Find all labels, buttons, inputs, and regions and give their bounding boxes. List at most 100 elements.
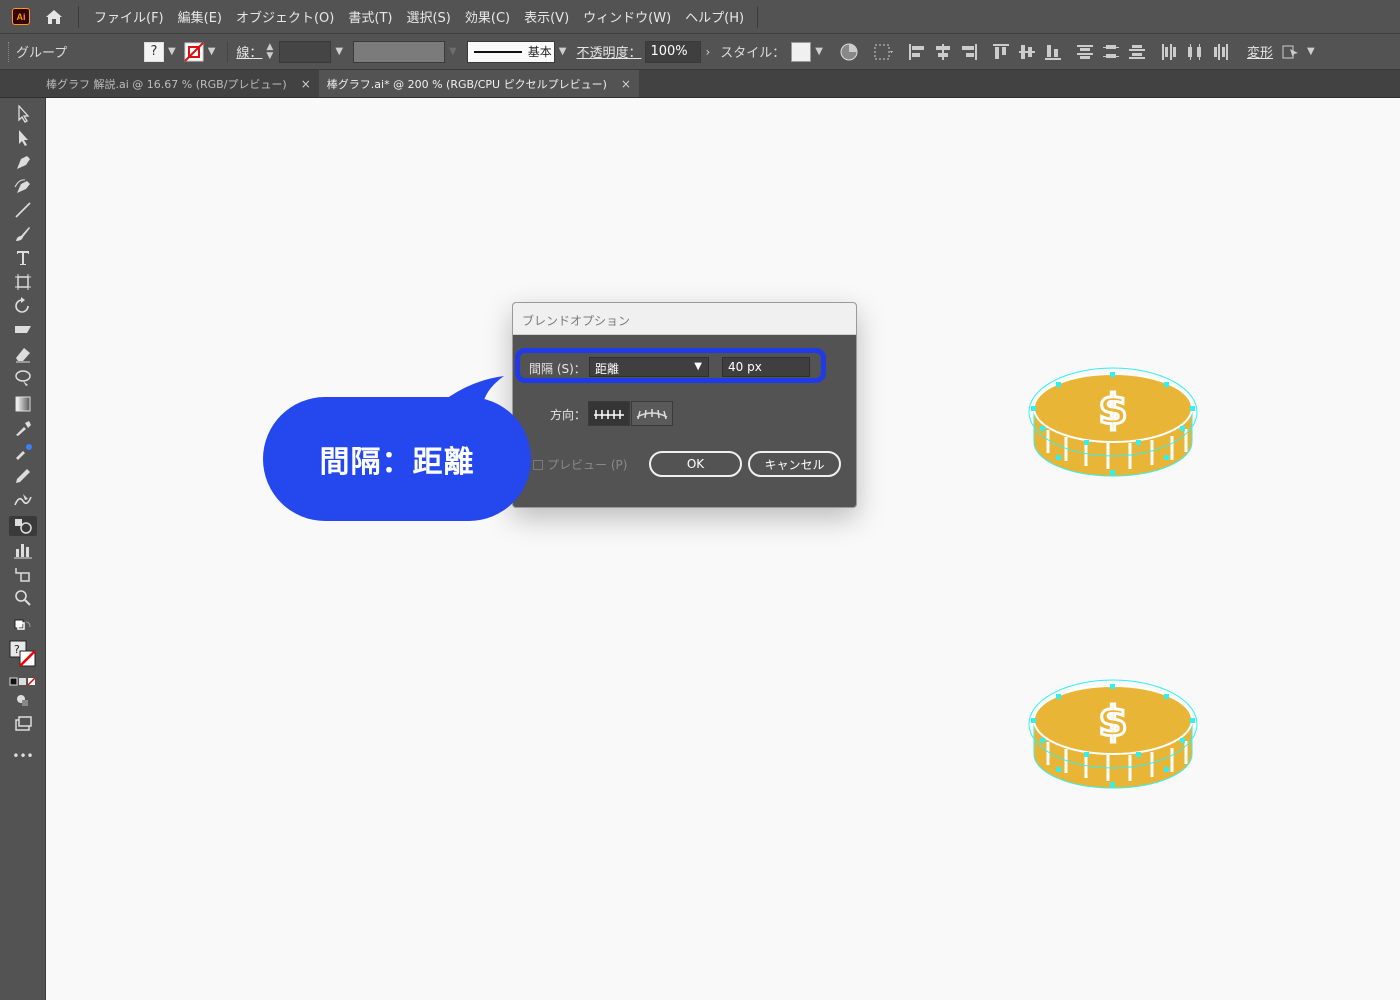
swap-fill-stroke[interactable] xyxy=(9,616,37,636)
coin-artwork-top[interactable]: $ xyxy=(1026,360,1200,480)
close-icon[interactable]: × xyxy=(301,77,311,91)
stroke-dropdown-chevron-icon[interactable]: ▼ xyxy=(208,46,216,57)
align-to-selection-icon[interactable] xyxy=(873,42,895,62)
pencil-tool[interactable] xyxy=(9,466,37,486)
fill-swatch[interactable]: ? xyxy=(144,41,164,62)
menu-select[interactable]: 選択(S) xyxy=(399,7,457,26)
line-segment-tool[interactable] xyxy=(9,200,37,220)
distribute-left-icon[interactable] xyxy=(1159,42,1179,62)
align-left-icon[interactable] xyxy=(907,42,927,62)
menu-object[interactable]: オブジェクト(O) xyxy=(229,7,341,26)
slice-tool[interactable] xyxy=(9,564,37,584)
graphic-style-swatch[interactable] xyxy=(791,41,812,62)
zoom-icon xyxy=(15,590,31,606)
stroke-weight-stepper-icon[interactable]: ▲ ▼ xyxy=(266,42,273,61)
gradient-tool[interactable] xyxy=(9,394,37,414)
shaper-tool[interactable] xyxy=(9,490,37,510)
opacity-arrow-icon[interactable]: › xyxy=(705,45,710,59)
tab-label: 棒グラフ 解説.ai @ 16.67 % (RGB/プレビュー) xyxy=(46,77,287,91)
direct-selection-tool[interactable] xyxy=(9,128,37,148)
lasso-tool[interactable] xyxy=(9,368,37,388)
distribute-bottom-icon[interactable] xyxy=(1127,42,1147,62)
distribute-vertical-center-icon[interactable] xyxy=(1101,42,1121,62)
stroke-weight-dropdown-icon[interactable]: ▼ xyxy=(335,46,343,57)
panel-menu-icon[interactable]: ▼ xyxy=(1307,46,1315,57)
distribute-right-icon[interactable] xyxy=(1211,42,1231,62)
preview-checkbox[interactable] xyxy=(533,459,543,470)
screen-mode[interactable] xyxy=(9,714,37,734)
menu-view[interactable]: 表示(V) xyxy=(517,7,576,26)
stroke-swatch[interactable] xyxy=(183,41,204,62)
spacing-select[interactable]: 距離 ▼ xyxy=(589,357,709,377)
artboard-tool[interactable] xyxy=(9,272,37,292)
zoom-tool[interactable] xyxy=(9,588,37,608)
selection-tool[interactable] xyxy=(9,104,37,124)
draw-mode-icon xyxy=(17,695,28,706)
fill-dropdown-chevron-icon[interactable]: ▼ xyxy=(168,46,176,57)
brush-definition[interactable]: 基本 xyxy=(466,40,555,63)
menu-edit[interactable]: 編集(E) xyxy=(171,7,229,26)
line-icon xyxy=(15,202,31,218)
distribute-top-icon[interactable] xyxy=(1075,42,1095,62)
distribute-horizontal-center-icon[interactable] xyxy=(1185,42,1205,62)
canvas-area[interactable] xyxy=(46,98,1400,1000)
width-tool[interactable] xyxy=(9,320,37,340)
ok-button[interactable]: OK xyxy=(649,451,742,477)
tab-bar-grip xyxy=(0,70,38,97)
transform-label[interactable]: 変形 xyxy=(1247,42,1273,61)
panel-grip[interactable] xyxy=(8,41,12,62)
edit-toolbar-button[interactable]: ••• xyxy=(9,746,37,766)
home-icon[interactable] xyxy=(44,7,64,27)
isolate-group-icon[interactable] xyxy=(1281,42,1303,62)
eyedropper-tool[interactable] xyxy=(9,418,37,438)
fill-stroke-widget[interactable]: ? xyxy=(9,640,37,668)
color-mode-buttons[interactable] xyxy=(9,672,37,692)
stroke-weight-input[interactable] xyxy=(279,40,332,63)
curvature-tool[interactable] xyxy=(9,176,37,196)
divider xyxy=(227,40,229,63)
stroke-label[interactable]: 線： xyxy=(236,42,262,61)
tab-document-2[interactable]: 棒グラフ.ai* @ 200 % (RGB/CPU ピクセルプレビュー) × xyxy=(318,70,639,97)
menu-window[interactable]: ウィンドウ(W) xyxy=(576,7,678,26)
tab-label: 棒グラフ.ai* @ 200 % (RGB/CPU ピクセルプレビュー) xyxy=(326,77,607,91)
spacing-distance-input[interactable]: 40 px xyxy=(722,357,810,377)
menu-file[interactable]: ファイル(F) xyxy=(87,7,171,26)
align-horizontal-center-icon[interactable] xyxy=(933,42,953,62)
drawing-modes[interactable] xyxy=(9,690,37,710)
lasso-icon xyxy=(15,370,31,386)
opacity-input[interactable]: 100% xyxy=(645,40,702,63)
align-to-page-icon xyxy=(594,409,624,419)
menu-separator xyxy=(757,5,759,28)
align-bottom-icon[interactable] xyxy=(1043,42,1063,62)
column-graph-tool[interactable] xyxy=(9,540,37,560)
opacity-label[interactable]: 不透明度： xyxy=(576,42,641,61)
menu-effect[interactable]: 効果(C) xyxy=(458,7,517,26)
coin-artwork-bottom[interactable]: $ xyxy=(1026,672,1200,792)
artboard-icon xyxy=(15,274,31,290)
eraser-icon xyxy=(16,348,30,363)
align-right-icon[interactable] xyxy=(959,42,979,62)
align-vertical-center-icon[interactable] xyxy=(1017,42,1037,62)
eraser-tool[interactable] xyxy=(9,344,37,364)
rotate-tool[interactable] xyxy=(9,296,37,316)
variable-width-profile[interactable] xyxy=(353,40,446,63)
close-icon[interactable]: × xyxy=(621,77,631,91)
spacing-select-value: 距離 xyxy=(595,362,620,376)
menu-help[interactable]: ヘルプ(H) xyxy=(678,7,751,26)
brush-dropdown-icon[interactable]: ▼ xyxy=(559,46,567,57)
type-tool[interactable] xyxy=(9,248,37,268)
paintbrush-tool[interactable] xyxy=(9,224,37,244)
align-top-icon[interactable] xyxy=(991,42,1011,62)
menu-type[interactable]: 書式(T) xyxy=(341,7,399,26)
align-to-path-button[interactable] xyxy=(631,401,673,426)
recolor-artwork-icon[interactable] xyxy=(839,42,859,62)
tab-document-1[interactable]: 棒グラフ 解説.ai @ 16.67 % (RGB/プレビュー) × xyxy=(38,70,319,97)
symbol-sprayer-tool[interactable] xyxy=(9,442,37,462)
align-to-page-button[interactable] xyxy=(588,401,630,426)
dialog-title: ブレンドオプション xyxy=(513,303,856,335)
control-bar: グループ ? ▼ ▼ 線： ▲ ▼ ▼ ▼ 基本 ▼ 不透明度： 100% › ス… xyxy=(0,34,1400,70)
cancel-button[interactable]: キャンセル xyxy=(748,451,841,477)
pen-tool[interactable] xyxy=(9,152,37,172)
style-dropdown-icon[interactable]: ▼ xyxy=(815,46,823,57)
blend-tool[interactable] xyxy=(9,516,37,536)
